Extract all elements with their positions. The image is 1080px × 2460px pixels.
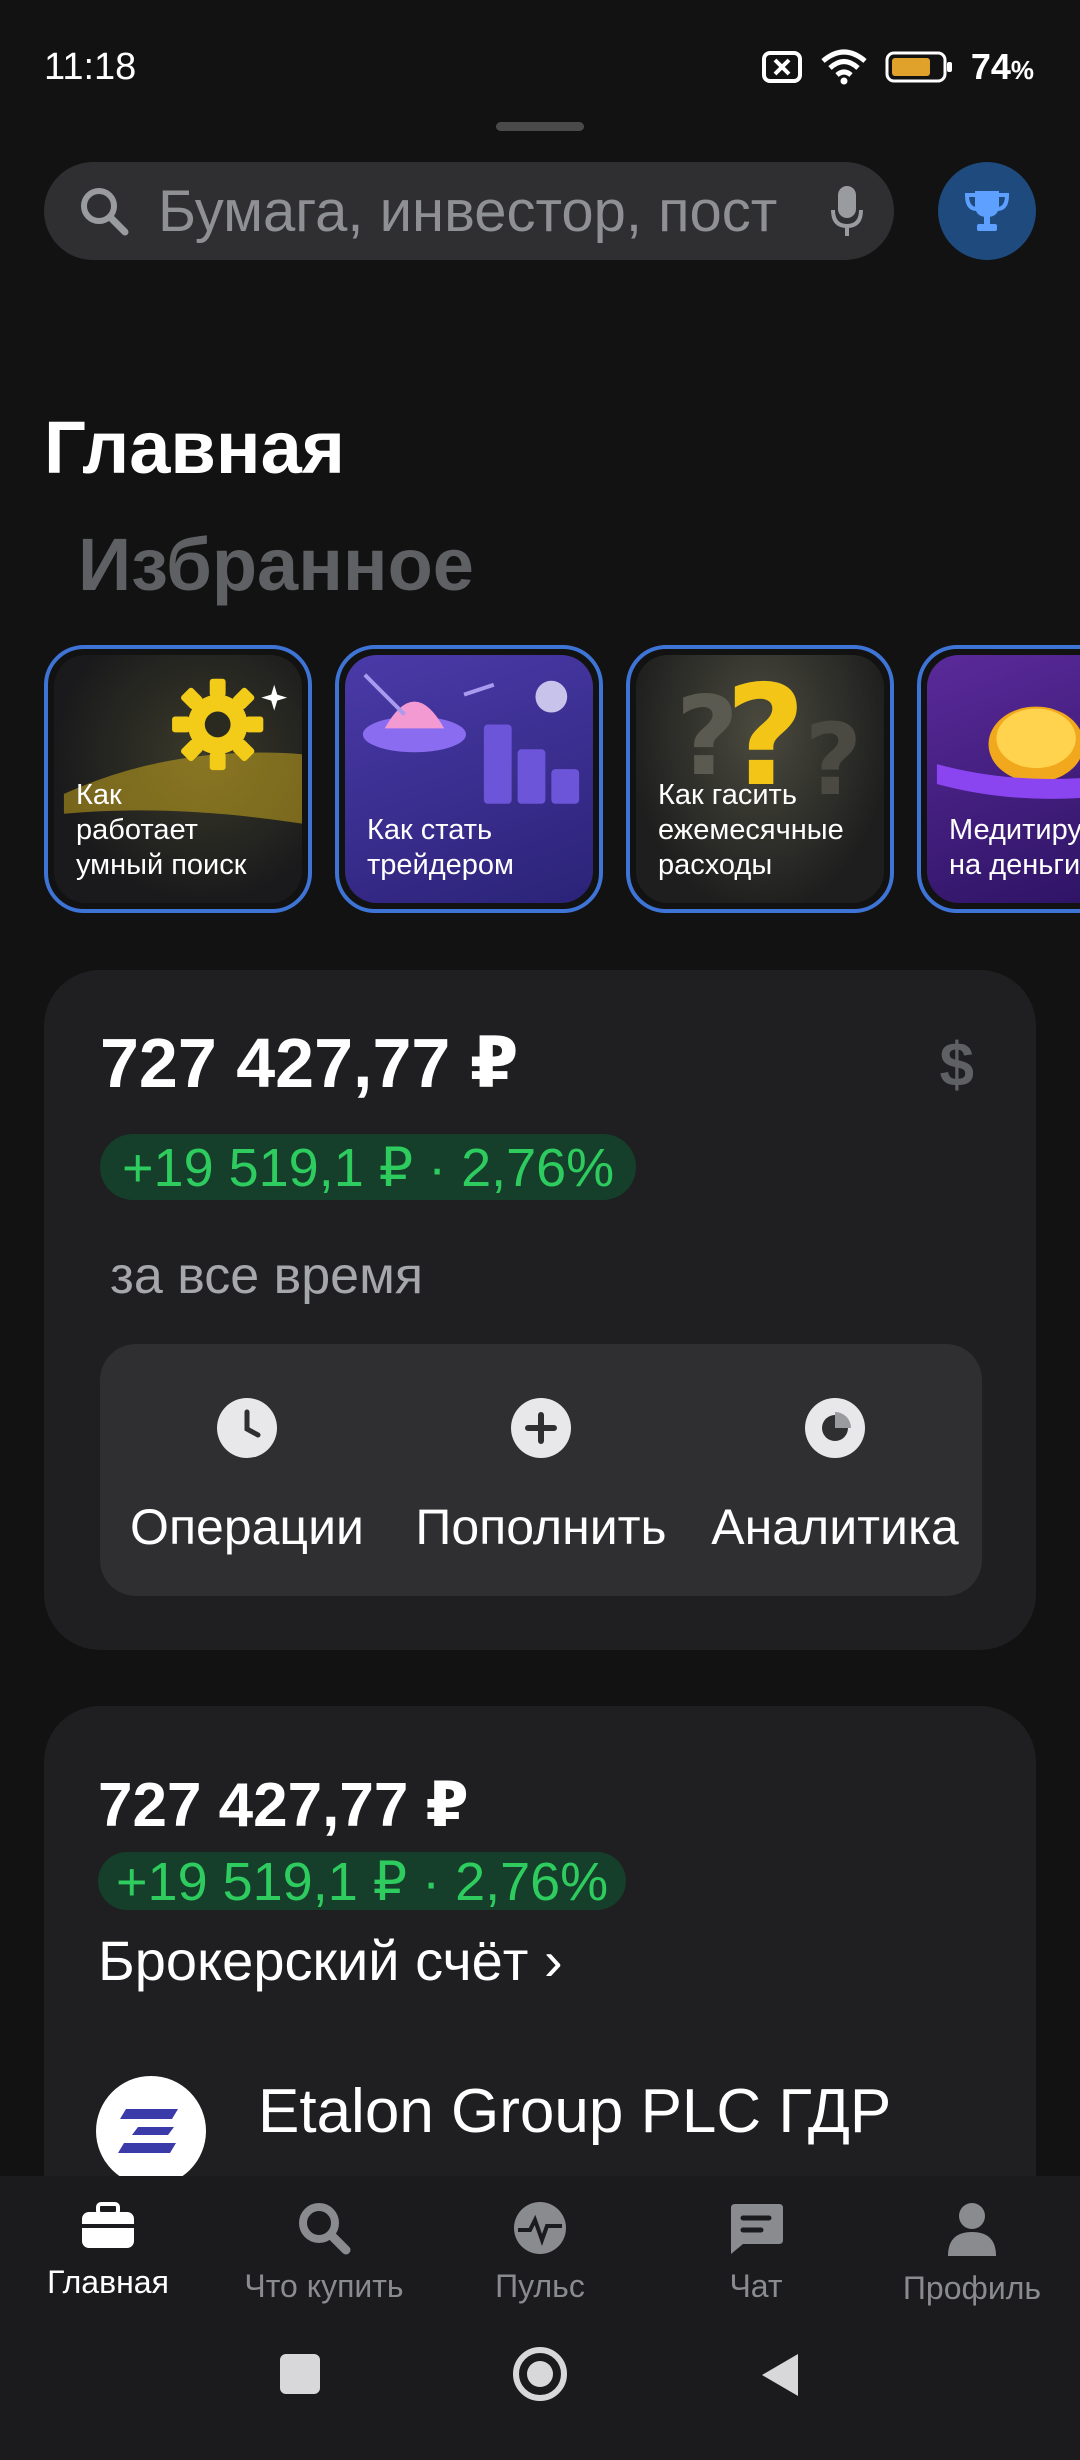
story-label: Как работает умный поиск (76, 779, 247, 881)
tab-label: Что купить (244, 2268, 404, 2304)
tab-chat[interactable]: Чат (648, 2176, 864, 2326)
search-placeholder: Бумага, инвестор, пост (158, 178, 778, 244)
story-label: Как стать трейдером (367, 814, 514, 881)
broker-account-link[interactable]: Брокерский счёт › (98, 1928, 563, 1993)
wifi-icon (821, 49, 867, 85)
status-bar: 11:18 74% (0, 0, 1080, 130)
account-total: 727 427,77 ₽ (98, 1771, 469, 1840)
operations-button[interactable]: Операции (100, 1344, 394, 1596)
chat-icon (731, 2204, 783, 2254)
analytics-button[interactable]: Аналитика (688, 1344, 982, 1596)
period-selector[interactable]: за все время (110, 1246, 423, 1306)
mic-icon[interactable] (830, 184, 864, 238)
system-nav-bar (0, 2326, 1080, 2460)
portfolio-actions: Операции Пополнить Аналитика (100, 1344, 982, 1596)
back-icon[interactable] (758, 2352, 802, 2398)
search-icon (81, 188, 129, 236)
status-icons: 74% (761, 46, 1034, 88)
status-time: 11:18 (44, 46, 137, 88)
no-sim-icon (761, 51, 802, 83)
operations-label: Операции (130, 1499, 364, 1555)
search-input[interactable]: Бумага, инвестор, пост (44, 162, 894, 260)
portfolio-card[interactable]: 727 427,77 ₽ $ +19 519,1 ₽ · 2,76% за вс… (44, 970, 1036, 1650)
tab-label: Профиль (902, 2270, 1042, 2306)
trophy-button[interactable] (938, 162, 1036, 260)
currency-switch-icon[interactable]: $ (940, 1030, 974, 1101)
page-title: Главная (44, 406, 345, 489)
account-change-badge: +19 519,1 ₽ · 2,76% (98, 1852, 627, 1912)
battery-icon (885, 51, 952, 83)
tab-label: Пульс (495, 2268, 585, 2304)
etalon-logo-icon (118, 2109, 178, 2153)
plus-icon (511, 1398, 571, 1458)
holding-logo (96, 2076, 206, 2176)
briefcase-icon (82, 2202, 134, 2248)
profile-icon (948, 2203, 996, 2256)
tab-what-to-buy[interactable]: Что купить (216, 2176, 432, 2326)
pie-chart-icon (805, 1398, 865, 1458)
portfolio-change-badge: +19 519,1 ₽ · 2,76% (100, 1134, 637, 1200)
tab-label: Чат (729, 2268, 783, 2304)
recents-icon[interactable] (278, 2352, 322, 2396)
story-card[interactable]: Как стать трейдером (335, 645, 603, 913)
holding-name[interactable]: Etalon Group PLC ГДР (258, 2076, 948, 2147)
search-icon (299, 2203, 351, 2255)
story-card[interactable]: ? ? ? Как гасить ежемесячные расходы (626, 645, 894, 913)
battery-percent: 74% (970, 46, 1034, 87)
stories-carousel[interactable]: Как работает умный поиск Как стать трейд… (44, 645, 1080, 915)
tab-profile[interactable]: Профиль (864, 2176, 1080, 2326)
trophy-icon (964, 191, 1010, 231)
top-up-label: Пополнить (415, 1499, 667, 1555)
favorites-tab[interactable]: Избранное (78, 522, 474, 607)
tab-home[interactable]: Главная (0, 2176, 216, 2326)
tab-pulse[interactable]: Пульс (432, 2176, 648, 2326)
drag-handle[interactable] (496, 122, 584, 131)
bottom-tab-bar: Главная Что купить Пульс Чат Профиль (0, 2176, 1080, 2326)
pulse-icon (514, 2202, 566, 2254)
tab-label: Главная (47, 2264, 169, 2300)
analytics-label: Аналитика (711, 1499, 959, 1555)
portfolio-total: 727 427,77 ₽ (100, 1024, 519, 1102)
story-card[interactable]: Как работает умный поиск (44, 645, 312, 913)
story-card[interactable]: Медитиру на деньги (917, 645, 1080, 913)
story-label: Медитиру на деньги (949, 814, 1080, 881)
clock-icon (217, 1398, 277, 1458)
story-label: Как гасить ежемесячные расходы (658, 779, 844, 881)
home-nav-icon[interactable] (512, 2346, 568, 2402)
top-up-button[interactable]: Пополнить (394, 1344, 688, 1596)
broker-account-card[interactable]: 727 427,77 ₽ +19 519,1 ₽ · 2,76% Брокерс… (44, 1706, 1036, 2176)
